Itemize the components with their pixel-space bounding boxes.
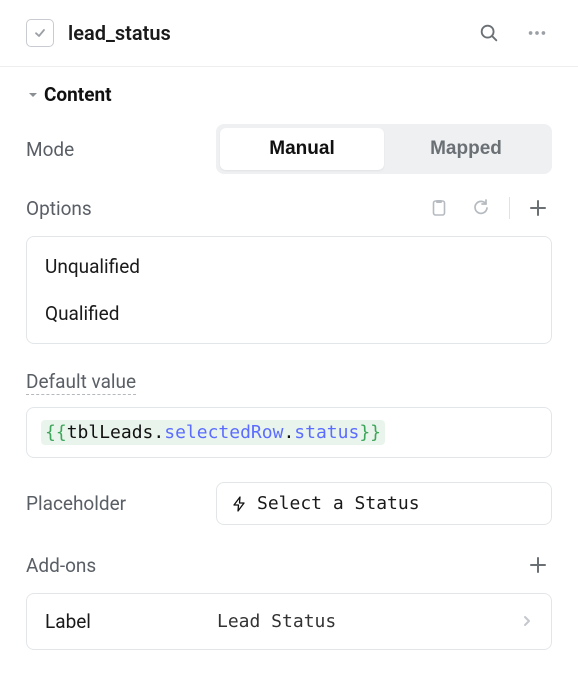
options-data-button[interactable]: [425, 194, 453, 222]
more-icon: [526, 22, 548, 44]
add-addon-button[interactable]: [524, 551, 552, 579]
header-actions: [474, 18, 552, 48]
section-title-row[interactable]: Content: [26, 83, 552, 106]
search-icon: [478, 22, 500, 44]
clipboard-icon: [429, 198, 449, 218]
checkbox-icon: [32, 25, 48, 41]
lightning-icon: [231, 496, 247, 512]
options-actions: [425, 194, 552, 222]
placeholder-value: Select a Status: [257, 493, 420, 514]
addon-item-name: Label: [45, 610, 217, 633]
chevron-right-icon: [521, 612, 533, 631]
component-type-icon: [26, 19, 54, 47]
separator: [509, 197, 510, 219]
component-title[interactable]: lead_status: [68, 21, 474, 45]
search-button[interactable]: [474, 18, 504, 48]
add-option-button[interactable]: [524, 194, 552, 222]
mode-mapped-button[interactable]: Mapped: [384, 128, 548, 170]
chevron-down-icon: [28, 90, 38, 100]
code-expression: {{tblLeads.selectedRow.status}}: [41, 420, 385, 445]
options-label: Options: [26, 197, 216, 220]
mode-label: Mode: [26, 138, 216, 161]
plus-icon: [528, 198, 548, 218]
panel-header: lead_status: [0, 0, 578, 67]
mode-row: Mode Manual Mapped: [26, 124, 552, 174]
placeholder-label: Placeholder: [26, 492, 216, 515]
addons-header: Add-ons: [26, 551, 552, 579]
addon-item-label[interactable]: Label Lead Status: [26, 593, 552, 650]
mode-segmented: Manual Mapped: [216, 124, 552, 174]
option-item[interactable]: Qualified: [27, 290, 551, 337]
plus-icon: [528, 555, 548, 575]
addon-item-value: Lead Status: [217, 611, 521, 632]
section-title: Content: [44, 83, 112, 106]
option-item[interactable]: Unqualified: [27, 243, 551, 290]
disclosure-toggle[interactable]: [26, 88, 40, 102]
content-section: Content Mode Manual Mapped Options: [0, 67, 578, 660]
placeholder-row: Placeholder Select a Status: [26, 482, 552, 525]
default-value-label[interactable]: Default value: [26, 370, 136, 395]
refresh-icon: [471, 198, 491, 218]
options-header: Options: [26, 194, 552, 222]
options-refresh-button[interactable]: [467, 194, 495, 222]
placeholder-input[interactable]: Select a Status: [216, 482, 552, 525]
addons-label: Add-ons: [26, 554, 216, 577]
more-button[interactable]: [522, 18, 552, 48]
mode-manual-button[interactable]: Manual: [220, 128, 384, 170]
options-list: Unqualified Qualified: [26, 236, 552, 344]
default-value-input[interactable]: {{tblLeads.selectedRow.status}}: [26, 407, 552, 458]
